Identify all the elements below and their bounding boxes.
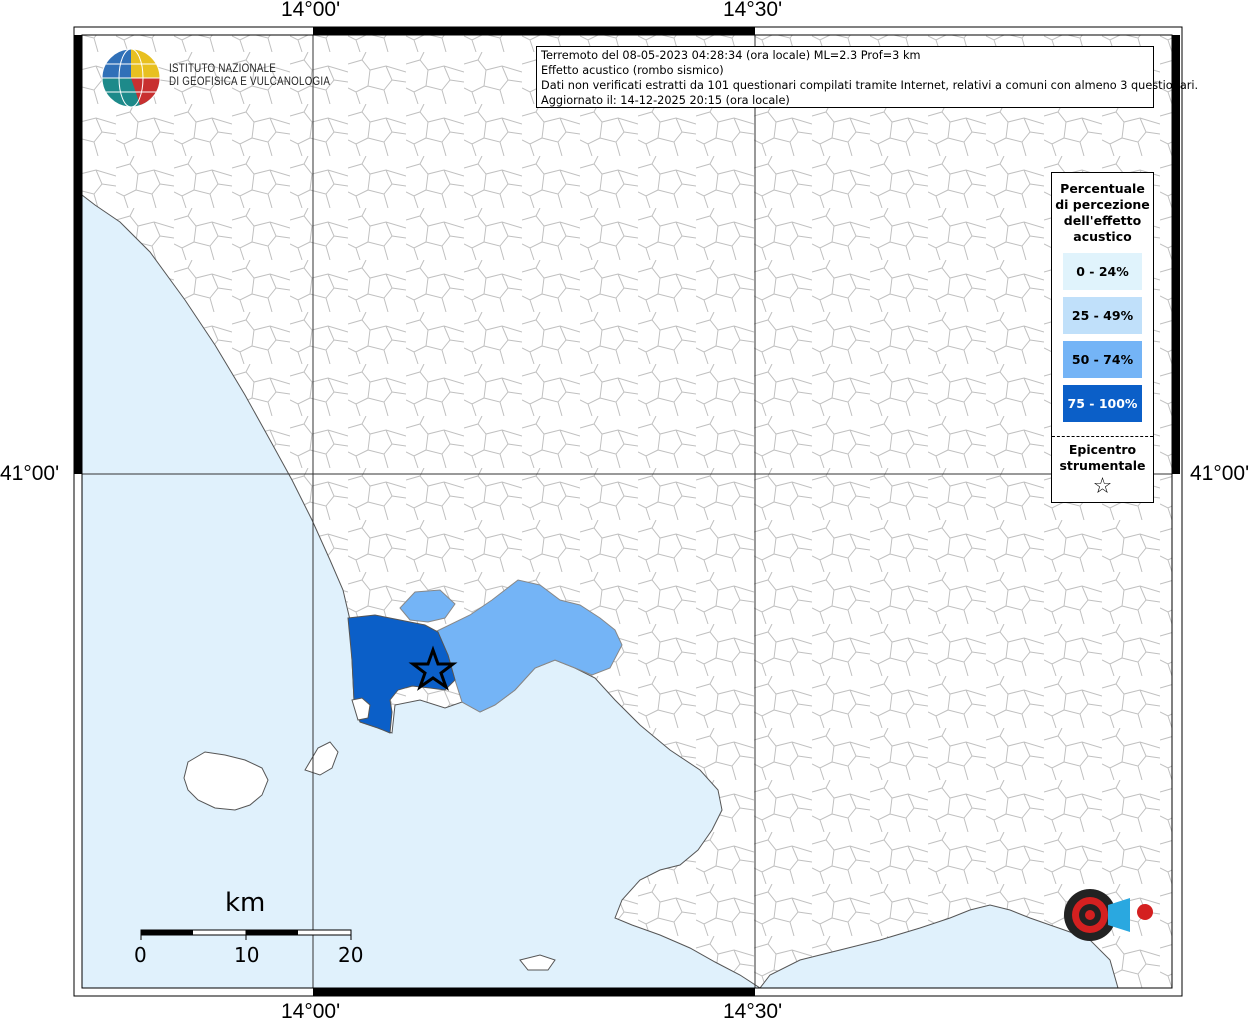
lon-label-top-14-00: 14°00'	[281, 0, 341, 21]
lon-label-top-14-30: 14°30'	[723, 0, 783, 21]
legend-label-0-24: 0 - 24%	[1076, 264, 1129, 279]
legend-class-25-49: 25 - 49%	[1063, 297, 1142, 334]
epicenter-legend-star-icon: ☆	[1092, 474, 1113, 499]
legend-divider	[1052, 436, 1153, 437]
legend-class-0-24: 0 - 24%	[1063, 253, 1142, 290]
earthquake-info-box: Terremoto del 08-05-2023 04:28:34 (ora l…	[536, 46, 1199, 108]
legend-label-25-49: 25 - 49%	[1071, 308, 1134, 323]
logo-line-1: ISTITUTO NAZIONALE	[169, 63, 277, 75]
map-canvas	[73, 26, 1183, 997]
lon-label-bottom-14-00: 14°00'	[281, 1000, 341, 1023]
ingv-logo-text: ISTITUTO NAZIONALE DI GEOFISICA E VULCAN…	[169, 63, 330, 89]
scale-tick-10: 10	[234, 943, 260, 967]
info-event: Terremoto del 08-05-2023 04:28:34 (ora l…	[541, 49, 921, 62]
lon-label-bottom-14-30: 14°30'	[723, 1000, 783, 1023]
info-updated: Aggiornato il: 14-12-2025 20:15 (ora loc…	[541, 94, 790, 107]
lat-label-right-41-00: 41°00'	[1190, 462, 1250, 485]
info-data-note: Dati non verificati estratti da 101 ques…	[541, 79, 1199, 92]
epicenter-legend-title: Epicentro strumentale	[1059, 442, 1146, 473]
legend-title: Percentuale di percezione dell'effetto a…	[1055, 181, 1150, 244]
lat-label-left-41-00: 41°00'	[0, 462, 60, 485]
scale-unit: km	[225, 888, 266, 918]
scale-tick-20: 20	[338, 943, 364, 967]
legend-label-50-74: 50 - 74%	[1071, 352, 1134, 367]
ingv-logo-icon	[101, 48, 161, 108]
legend-class-75-100: 75 - 100%	[1063, 385, 1142, 422]
info-effect: Effetto acustico (rombo sismico)	[541, 64, 724, 77]
legend-class-50-74: 50 - 74%	[1063, 341, 1142, 378]
logo-line-2: DI GEOFISICA E VULCANOLOGIA	[169, 76, 331, 88]
scale-tick-0: 0	[134, 943, 147, 967]
legend: Percentuale di percezione dell'effetto a…	[1051, 172, 1154, 503]
legend-label-75-100: 75 - 100%	[1067, 396, 1138, 411]
